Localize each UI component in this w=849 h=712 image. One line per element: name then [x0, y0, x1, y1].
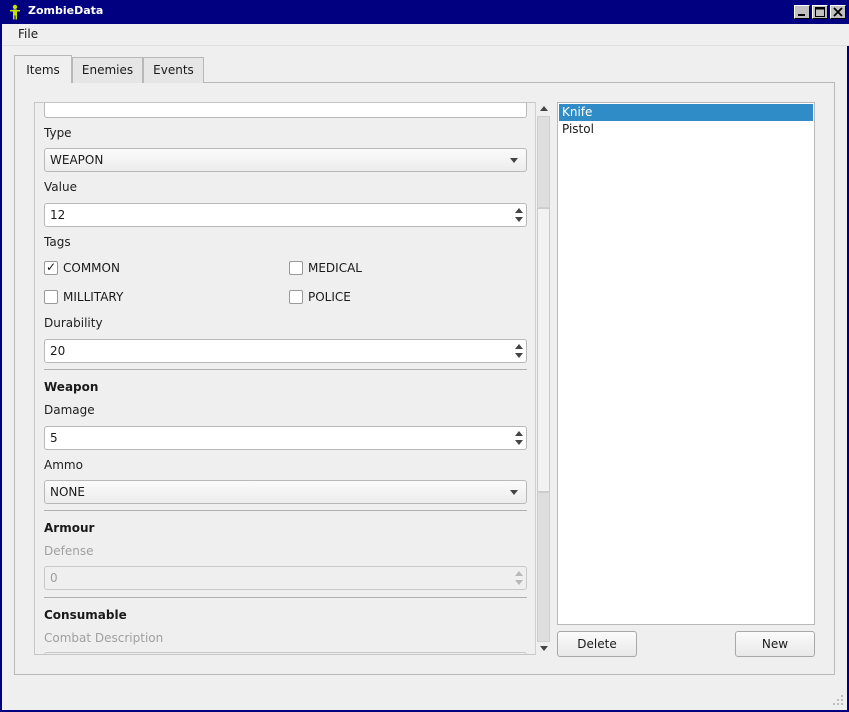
- scroll-up-icon[interactable]: [540, 106, 548, 111]
- menu-file[interactable]: File: [16, 27, 40, 41]
- close-icon: [833, 7, 843, 17]
- delete-button[interactable]: Delete: [557, 631, 637, 657]
- ammo-value: NONE: [50, 485, 85, 499]
- item-list[interactable]: Knife Pistol: [557, 102, 815, 625]
- tag-police-label[interactable]: POLICE: [308, 290, 351, 304]
- title-bar[interactable]: ZombieData: [2, 0, 849, 24]
- tag-common-label[interactable]: COMMON: [63, 261, 120, 275]
- durability-spinbox[interactable]: 20: [44, 339, 527, 363]
- size-grip-icon[interactable]: [832, 694, 844, 706]
- durability-label: Durability: [44, 316, 103, 330]
- weapon-section-title: Weapon: [44, 380, 99, 394]
- tab-items[interactable]: Items: [14, 55, 72, 83]
- tab-events[interactable]: Events: [143, 57, 204, 83]
- scroll-track[interactable]: [537, 116, 550, 208]
- scroll-track[interactable]: [537, 492, 550, 642]
- ammo-combo[interactable]: NONE: [44, 480, 527, 504]
- tags-label: Tags: [44, 235, 71, 249]
- maximize-icon: [815, 7, 825, 17]
- section-divider: [44, 369, 527, 370]
- scroll-handle[interactable]: [537, 208, 550, 492]
- chevron-down-icon: [510, 158, 518, 163]
- check-icon: ✓: [46, 260, 57, 274]
- value-stepper[interactable]: [513, 206, 524, 224]
- tag-common-checkbox[interactable]: ✓: [44, 260, 58, 275]
- tag-millitary-checkbox[interactable]: [44, 290, 58, 304]
- tag-police-checkbox[interactable]: [289, 290, 303, 304]
- tag-medical-checkbox[interactable]: [289, 261, 303, 275]
- spin-down-icon: [515, 580, 523, 585]
- type-value: WEAPON: [50, 153, 104, 167]
- durability-input[interactable]: 20: [50, 344, 65, 358]
- spin-up-icon[interactable]: [515, 208, 523, 213]
- durability-stepper[interactable]: [513, 342, 524, 360]
- armour-section-title: Armour: [44, 521, 95, 535]
- damage-label: Damage: [44, 403, 95, 417]
- combat-description-field: [44, 652, 527, 654]
- section-divider: [44, 597, 527, 598]
- section-divider: [44, 510, 527, 511]
- close-button[interactable]: [830, 5, 846, 19]
- tag-medical-label[interactable]: MEDICAL: [308, 261, 362, 275]
- combat-description-label: Combat Description: [44, 631, 164, 645]
- defense-input: 0: [50, 571, 58, 585]
- ammo-label: Ammo: [44, 458, 83, 472]
- list-item-pistol[interactable]: Pistol: [559, 121, 813, 138]
- spin-up-icon[interactable]: [515, 344, 523, 349]
- consumable-section-title: Consumable: [44, 608, 127, 622]
- value-input[interactable]: 12: [50, 208, 65, 222]
- defense-label: Defense: [44, 544, 94, 558]
- window-title: ZombieData: [28, 4, 104, 17]
- value-spinbox[interactable]: 12: [44, 203, 527, 227]
- form-scrollbar[interactable]: [535, 102, 551, 655]
- scroll-down-icon[interactable]: [540, 646, 548, 651]
- spin-down-icon[interactable]: [515, 440, 523, 445]
- minimize-button[interactable]: [794, 5, 810, 19]
- damage-stepper[interactable]: [513, 429, 524, 447]
- type-combo[interactable]: WEAPON: [44, 148, 527, 172]
- zombie-app-icon: [10, 4, 20, 20]
- tab-enemies[interactable]: Enemies: [72, 57, 143, 83]
- tag-millitary-label[interactable]: MILLITARY: [63, 290, 123, 304]
- spin-up-icon[interactable]: [515, 431, 523, 436]
- name-field[interactable]: [44, 103, 527, 118]
- defense-spinbox: 0: [44, 566, 527, 590]
- new-button[interactable]: New: [735, 631, 815, 657]
- type-label: Type: [44, 126, 72, 140]
- value-label: Value: [44, 180, 77, 194]
- minimize-icon: [798, 14, 805, 16]
- defense-stepper: [513, 569, 524, 587]
- item-form: Type WEAPON Value 12 Tags ✓ COMMON MEDIC…: [35, 103, 535, 654]
- damage-spinbox[interactable]: 5: [44, 426, 527, 450]
- spin-up-icon: [515, 571, 523, 576]
- spin-down-icon[interactable]: [515, 353, 523, 358]
- chevron-down-icon: [510, 490, 518, 495]
- menu-bar: File: [2, 24, 849, 46]
- maximize-button[interactable]: [812, 5, 828, 19]
- damage-input[interactable]: 5: [50, 431, 58, 445]
- spin-down-icon[interactable]: [515, 217, 523, 222]
- list-item-knife[interactable]: Knife: [559, 104, 813, 121]
- item-form-scroll-area[interactable]: Type WEAPON Value 12 Tags ✓ COMMON MEDIC…: [34, 102, 551, 655]
